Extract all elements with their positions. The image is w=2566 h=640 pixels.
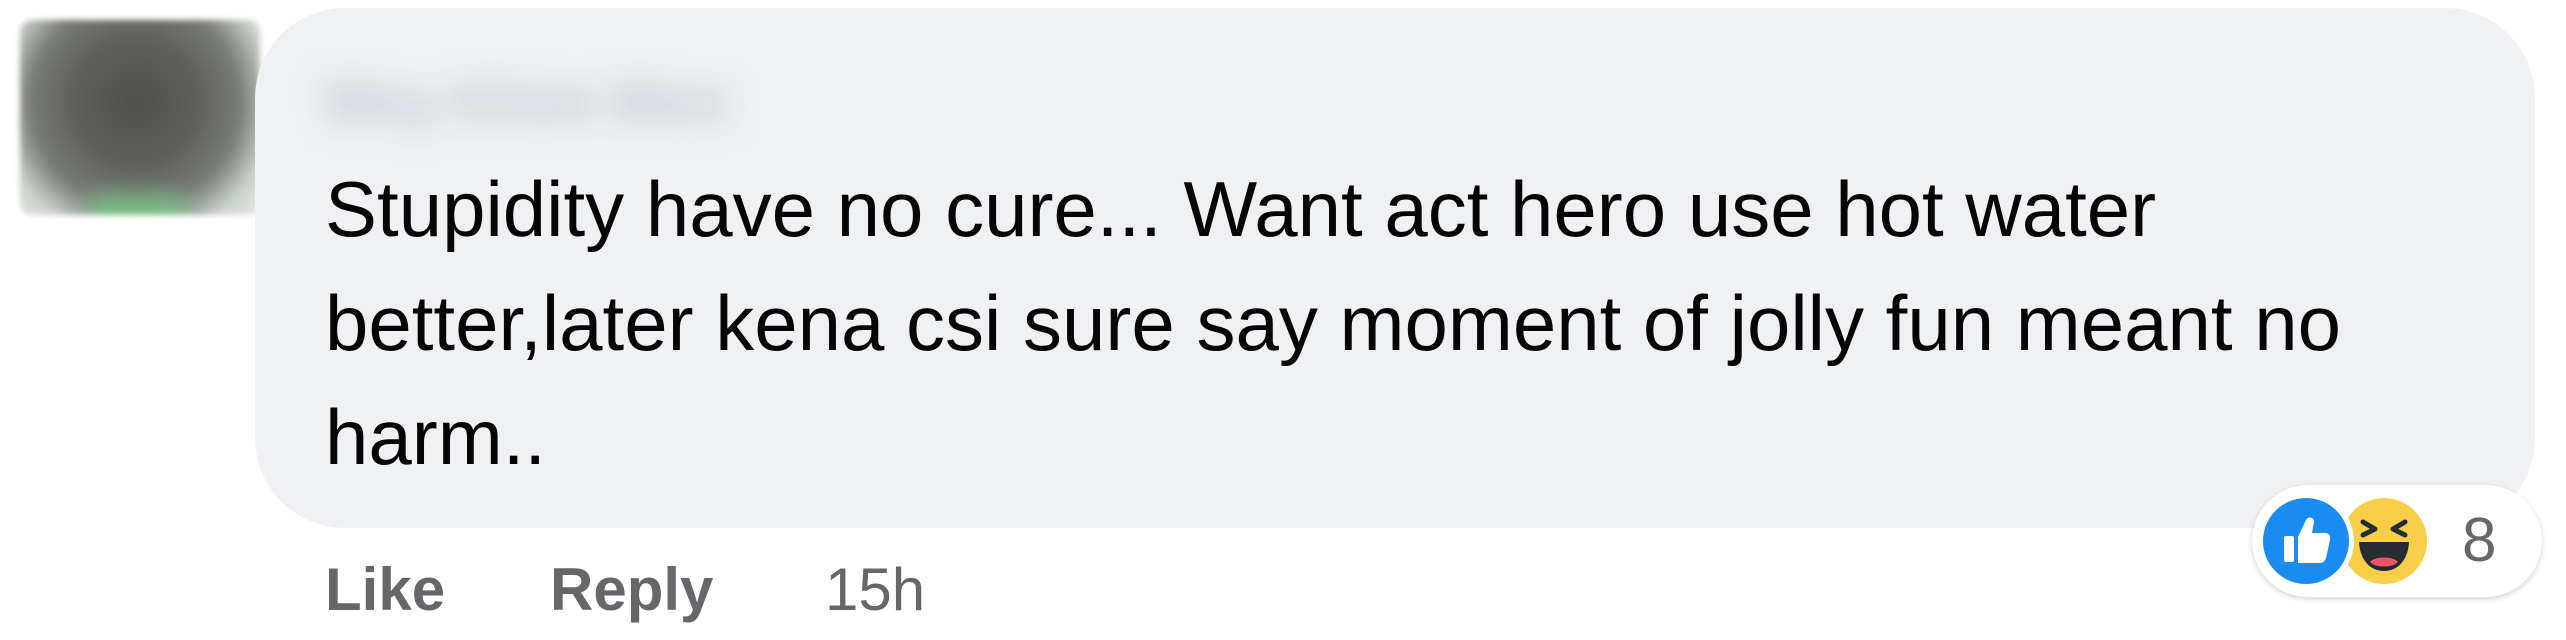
- comment-text: Stupidity have no cure... Want act hero …: [325, 165, 2342, 481]
- comment-author-name[interactable]: Wey Khim Wen: [325, 58, 910, 146]
- comment-actions: Like Reply 15h: [325, 550, 925, 630]
- reaction-summary[interactable]: 8: [2252, 485, 2542, 597]
- like-button[interactable]: Like: [325, 550, 550, 630]
- avatar[interactable]: [20, 20, 260, 215]
- comment-timestamp[interactable]: 15h: [825, 550, 925, 630]
- reply-button[interactable]: Reply: [550, 550, 825, 630]
- reaction-count: 8: [2462, 506, 2497, 575]
- like-icon: [2258, 493, 2354, 589]
